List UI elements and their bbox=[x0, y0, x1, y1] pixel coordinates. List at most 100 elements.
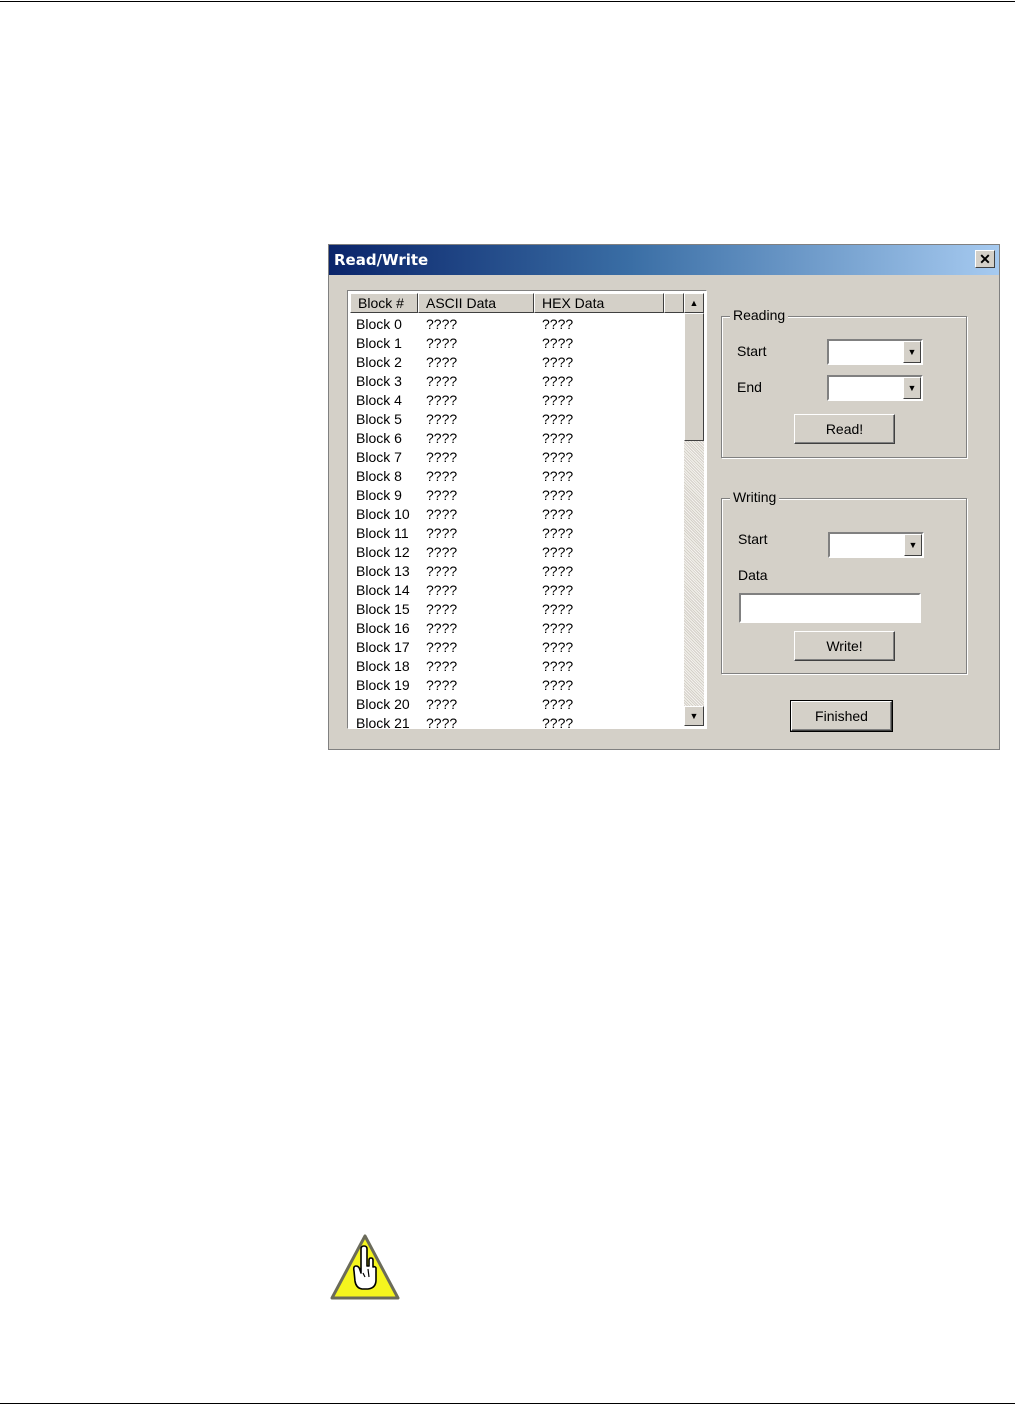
ascii-cell: ???? bbox=[426, 696, 458, 712]
column-header-filler bbox=[664, 293, 684, 313]
block-cell: Block 12 bbox=[356, 544, 410, 560]
reading-end-label: End bbox=[737, 379, 762, 395]
table-row[interactable]: Block 14???????? bbox=[350, 581, 684, 600]
ascii-cell: ???? bbox=[426, 658, 458, 674]
block-cell: Block 2 bbox=[356, 354, 402, 370]
reading-end-dropdown-button[interactable]: ▼ bbox=[903, 377, 921, 399]
ascii-cell: ???? bbox=[426, 354, 458, 370]
block-cell: Block 8 bbox=[356, 468, 402, 484]
chevron-down-icon: ▼ bbox=[907, 347, 917, 357]
hex-cell: ???? bbox=[542, 601, 574, 617]
hex-cell: ???? bbox=[542, 544, 574, 560]
hex-cell: ???? bbox=[542, 449, 574, 465]
table-row[interactable]: Block 20???????? bbox=[350, 695, 684, 714]
ascii-cell: ???? bbox=[426, 430, 458, 446]
ascii-cell: ???? bbox=[426, 544, 458, 560]
read-write-dialog: Read/Write ✕ Block # ASCII Data HEX Data… bbox=[328, 244, 1000, 750]
vertical-scrollbar[interactable]: ▲ ▼ bbox=[684, 293, 704, 726]
hex-cell: ???? bbox=[542, 525, 574, 541]
chevron-down-icon: ▼ bbox=[908, 540, 918, 550]
table-row[interactable]: Block 21???????? bbox=[350, 714, 684, 729]
table-row[interactable]: Block 11???????? bbox=[350, 524, 684, 543]
writing-data-label: Data bbox=[738, 567, 768, 583]
column-header-block[interactable]: Block # bbox=[350, 293, 418, 313]
block-cell: Block 1 bbox=[356, 335, 402, 351]
table-row[interactable]: Block 8???????? bbox=[350, 467, 684, 486]
list-header: Block # ASCII Data HEX Data bbox=[350, 293, 684, 313]
table-row[interactable]: Block 2???????? bbox=[350, 353, 684, 372]
ascii-cell: ???? bbox=[426, 582, 458, 598]
block-cell: Block 20 bbox=[356, 696, 410, 712]
block-cell: Block 3 bbox=[356, 373, 402, 389]
table-row[interactable]: Block 19???????? bbox=[350, 676, 684, 695]
reading-start-dropdown-button[interactable]: ▼ bbox=[903, 341, 921, 363]
scroll-thumb[interactable] bbox=[684, 313, 704, 441]
table-row[interactable]: Block 12???????? bbox=[350, 543, 684, 562]
close-icon: ✕ bbox=[979, 251, 991, 267]
table-row[interactable]: Block 5???????? bbox=[350, 410, 684, 429]
table-row[interactable]: Block 0???????? bbox=[350, 315, 684, 334]
table-row[interactable]: Block 9???????? bbox=[350, 486, 684, 505]
block-cell: Block 11 bbox=[356, 525, 409, 541]
column-header-ascii[interactable]: ASCII Data bbox=[418, 293, 534, 313]
ascii-cell: ???? bbox=[426, 639, 458, 655]
hex-cell: ???? bbox=[542, 411, 574, 427]
ascii-cell: ???? bbox=[426, 487, 458, 503]
table-row[interactable]: Block 18???????? bbox=[350, 657, 684, 676]
ascii-cell: ???? bbox=[426, 449, 458, 465]
close-button[interactable]: ✕ bbox=[975, 250, 995, 268]
column-header-hex[interactable]: HEX Data bbox=[534, 293, 664, 313]
table-row[interactable]: Block 16???????? bbox=[350, 619, 684, 638]
hex-cell: ???? bbox=[542, 373, 574, 389]
table-row[interactable]: Block 10???????? bbox=[350, 505, 684, 524]
caution-hand-icon bbox=[330, 1234, 400, 1300]
writing-start-label: Start bbox=[738, 531, 768, 547]
hex-cell: ???? bbox=[542, 677, 574, 693]
reading-group: Reading Start ▼ End ▼ Read! bbox=[721, 307, 967, 458]
hex-cell: ???? bbox=[542, 563, 574, 579]
table-row[interactable]: Block 17???????? bbox=[350, 638, 684, 657]
reading-start-combo[interactable]: ▼ bbox=[827, 339, 923, 365]
hex-cell: ???? bbox=[542, 639, 574, 655]
writing-data-input[interactable] bbox=[739, 593, 921, 623]
writing-start-dropdown-button[interactable]: ▼ bbox=[904, 534, 922, 556]
table-row[interactable]: Block 7???????? bbox=[350, 448, 684, 467]
block-cell: Block 14 bbox=[356, 582, 410, 598]
ascii-cell: ???? bbox=[426, 563, 458, 579]
scroll-down-button[interactable]: ▼ bbox=[684, 706, 704, 726]
ascii-cell: ???? bbox=[426, 392, 458, 408]
block-list-view[interactable]: Block # ASCII Data HEX Data Block 0?????… bbox=[347, 290, 707, 729]
block-cell: Block 6 bbox=[356, 430, 402, 446]
writing-group: Writing Start ▼ Data Write! bbox=[721, 489, 967, 674]
block-cell: Block 16 bbox=[356, 620, 410, 636]
reading-end-combo[interactable]: ▼ bbox=[827, 375, 923, 401]
hex-cell: ???? bbox=[542, 468, 574, 484]
writing-group-title: Writing bbox=[730, 489, 780, 505]
title-bar[interactable]: Read/Write ✕ bbox=[329, 245, 999, 275]
write-button[interactable]: Write! bbox=[794, 631, 895, 661]
table-row[interactable]: Block 1???????? bbox=[350, 334, 684, 353]
table-row[interactable]: Block 4???????? bbox=[350, 391, 684, 410]
arrow-down-icon: ▼ bbox=[689, 711, 699, 721]
block-cell: Block 5 bbox=[356, 411, 402, 427]
finished-button[interactable]: Finished bbox=[790, 700, 893, 732]
ascii-cell: ???? bbox=[426, 525, 458, 541]
hex-cell: ???? bbox=[542, 487, 574, 503]
hex-cell: ???? bbox=[542, 316, 574, 332]
table-row[interactable]: Block 13???????? bbox=[350, 562, 684, 581]
top-rule bbox=[0, 1, 1015, 2]
read-button[interactable]: Read! bbox=[794, 414, 895, 444]
window-title: Read/Write bbox=[334, 251, 429, 269]
block-cell: Block 18 bbox=[356, 658, 410, 674]
table-row[interactable]: Block 6???????? bbox=[350, 429, 684, 448]
block-cell: Block 21 bbox=[356, 715, 410, 729]
table-row[interactable]: Block 15???????? bbox=[350, 600, 684, 619]
ascii-cell: ???? bbox=[426, 468, 458, 484]
table-row[interactable]: Block 3???????? bbox=[350, 372, 684, 391]
hex-cell: ???? bbox=[542, 506, 574, 522]
block-cell: Block 9 bbox=[356, 487, 402, 503]
writing-start-combo[interactable]: ▼ bbox=[828, 532, 924, 558]
scroll-up-button[interactable]: ▲ bbox=[684, 293, 704, 313]
ascii-cell: ???? bbox=[426, 506, 458, 522]
block-cell: Block 13 bbox=[356, 563, 410, 579]
